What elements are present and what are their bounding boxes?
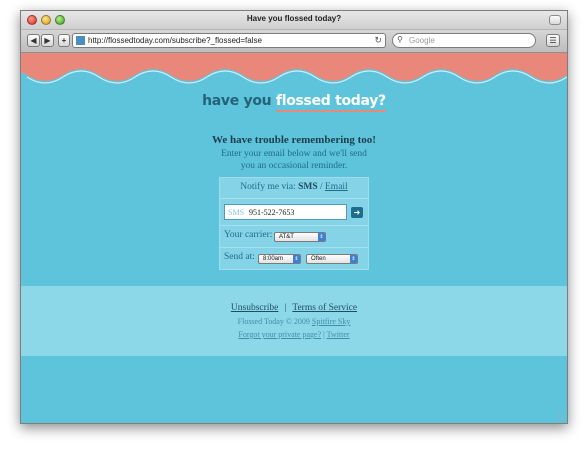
carrier-label: Your carrier:	[224, 230, 273, 240]
intro-line-2: you an occasional reminder.	[240, 161, 348, 171]
intro-text: We have trouble remembering too! Enter y…	[21, 134, 567, 172]
browser-toolbar: ◀ ▶ + http://flossedtoday.com/subscribe?…	[21, 30, 567, 53]
phone-input[interactable]: SMS 951-522-7653	[224, 204, 347, 220]
select-arrows-icon: ⇕	[293, 255, 300, 263]
unsubscribe-link[interactable]: Unsubscribe	[231, 303, 279, 313]
submit-button[interactable]: ➜	[351, 207, 363, 218]
back-button[interactable]: ◀	[27, 34, 40, 47]
send-time-select[interactable]: 8:00am ⇕	[258, 254, 301, 264]
bookmarks-menu-button[interactable]: ☰	[546, 34, 560, 47]
frequency-select[interactable]: Often ⇕	[306, 254, 358, 264]
site-logo[interactable]: have you flossed today?	[21, 93, 567, 112]
site-favicon-icon	[76, 36, 85, 45]
footer-links: Unsubscribe | Terms of Service	[21, 303, 567, 313]
browser-window: Have you flossed today? ◀ ▶ + http://flo…	[20, 10, 568, 424]
frequency-value: Often	[311, 256, 326, 262]
search-placeholder: Google	[409, 36, 435, 45]
intro-line-1: Enter your email below and we'll send	[221, 149, 367, 159]
notify-method-row: Notify me via: SMS / Email	[220, 182, 368, 192]
phone-prefix-label: SMS	[228, 208, 245, 217]
notify-email-option[interactable]: Email	[325, 182, 348, 192]
phone-value[interactable]: 951-522-7653	[249, 208, 294, 217]
address-bar[interactable]: http://flossedtoday.com/subscribe?_floss…	[72, 33, 386, 48]
carrier-select[interactable]: AT&T ⇕	[274, 232, 326, 242]
page-footer: Unsubscribe | Terms of Service Flossed Tod…	[21, 286, 567, 356]
menu-icon: ☰	[549, 36, 557, 45]
send-time-value: 8:00am	[263, 256, 284, 262]
notify-separator: /	[317, 182, 325, 192]
window-title: Have you flossed today?	[246, 14, 342, 23]
select-arrows-icon: ⇕	[350, 255, 357, 263]
divider	[220, 198, 368, 199]
subscribe-form: Notify me via: SMS / Email SMS 951-522-7…	[219, 177, 369, 270]
footer-separator: |	[284, 303, 287, 313]
copyright-text: Flossed Today © 2009	[237, 317, 312, 326]
copyright-line: Flossed Today © 2009 Spitfire Sky	[21, 317, 567, 326]
company-link[interactable]: Spitfire Sky	[312, 317, 350, 326]
search-field[interactable]: ⚲ Google	[392, 33, 536, 48]
plus-icon: +	[61, 36, 67, 45]
forgot-page-link[interactable]: Forgot your private page?	[238, 330, 321, 339]
reload-icon[interactable]: ↻	[374, 35, 382, 46]
logo-text-part1: have you	[202, 93, 276, 109]
back-icon: ◀	[30, 36, 37, 45]
arrow-right-icon: ➜	[353, 208, 361, 217]
title-bar: Have you flossed today?	[21, 11, 567, 30]
forward-icon: ▶	[44, 36, 51, 45]
notify-label: Notify me via:	[240, 182, 299, 192]
forward-button[interactable]: ▶	[41, 34, 54, 47]
url-text[interactable]: http://flossedtoday.com/subscribe?_floss…	[88, 36, 262, 45]
divider	[220, 225, 368, 226]
notify-sms-option[interactable]: SMS	[298, 182, 318, 192]
window-resize-grip-icon[interactable]	[557, 413, 566, 422]
logo-text-part2: flossed today?	[275, 93, 386, 112]
twitter-link[interactable]: Twitter	[327, 330, 350, 339]
intro-title: We have trouble remembering too!	[212, 134, 376, 146]
page-content: have you flossed today? We have trouble …	[21, 53, 567, 423]
toolbar-toggle-button[interactable]	[549, 15, 561, 25]
search-icon: ⚲	[397, 35, 403, 44]
terms-link[interactable]: Terms of Service	[292, 303, 357, 313]
carrier-value: AT&T	[279, 234, 294, 240]
send-at-label: Send at:	[224, 252, 255, 262]
select-arrows-icon: ⇕	[318, 233, 325, 241]
wave-header-decoration	[21, 53, 567, 84]
add-bookmark-button[interactable]: +	[58, 34, 70, 47]
divider	[220, 247, 368, 248]
secondary-links: Forgot your private page? | Twitter	[21, 330, 567, 339]
